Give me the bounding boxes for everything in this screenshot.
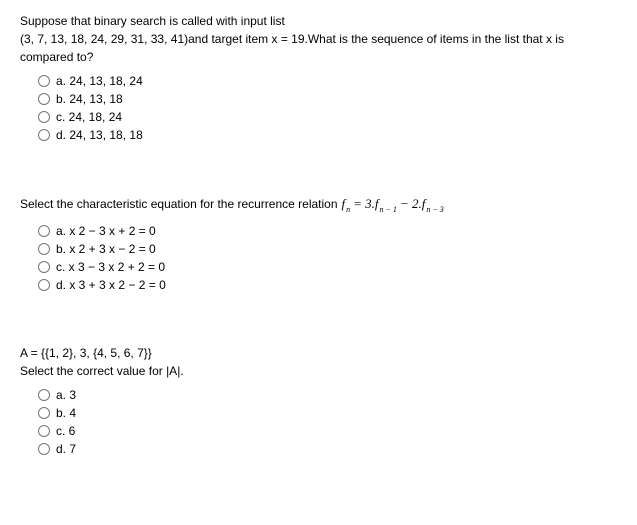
label-1b: b. 24, 13, 18	[56, 92, 123, 106]
option-1c[interactable]: c. 24, 18, 24	[38, 110, 617, 124]
label-1c: c. 24, 18, 24	[56, 110, 122, 124]
radio-2c[interactable]	[38, 261, 50, 273]
label-2c: c. x 3 − 3 x 2 + 2 = 0	[56, 260, 165, 274]
formula-sub-n1: n − 1	[380, 204, 397, 216]
formula-sub-n3: n − 3	[426, 204, 443, 216]
option-2b[interactable]: b. x 2 + 3 x − 2 = 0	[38, 242, 617, 256]
question-1-line2: (3, 7, 13, 18, 24, 29, 31, 33, 41)and ta…	[20, 32, 564, 64]
question-2-options: a. x 2 − 3 x + 2 = 0 b. x 2 + 3 x − 2 = …	[38, 224, 617, 292]
option-1a[interactable]: a. 24, 13, 18, 24	[38, 74, 617, 88]
option-1b[interactable]: b. 24, 13, 18	[38, 92, 617, 106]
radio-2a[interactable]	[38, 225, 50, 237]
question-1-text: Suppose that binary search is called wit…	[20, 12, 617, 66]
option-3b[interactable]: b. 4	[38, 406, 617, 420]
question-1: Suppose that binary search is called wit…	[20, 12, 617, 142]
recurrence-formula: f n = 3.f n − 1 − 2.f n − 3	[342, 194, 445, 214]
option-1d[interactable]: d. 24, 13, 18, 18	[38, 128, 617, 142]
radio-3a[interactable]	[38, 389, 50, 401]
question-2-text: Select the characteristic equation for t…	[20, 194, 617, 214]
question-1-options: a. 24, 13, 18, 24 b. 24, 13, 18 c. 24, 1…	[38, 74, 617, 142]
question-3-line1: A = {{1, 2}, 3, {4, 5, 6, 7}}	[20, 346, 152, 360]
option-3d[interactable]: d. 7	[38, 442, 617, 456]
option-3a[interactable]: a. 3	[38, 388, 617, 402]
label-3d: d. 7	[56, 442, 76, 456]
radio-3c[interactable]	[38, 425, 50, 437]
radio-1d[interactable]	[38, 129, 50, 141]
question-1-line1: Suppose that binary search is called wit…	[20, 14, 285, 28]
formula-eq: = 3.f	[353, 194, 378, 214]
question-2: Select the characteristic equation for t…	[20, 194, 617, 292]
formula-sub-n: n	[346, 204, 350, 216]
question-3: A = {{1, 2}, 3, {4, 5, 6, 7}} Select the…	[20, 344, 617, 456]
label-2b: b. x 2 + 3 x − 2 = 0	[56, 242, 156, 256]
option-2a[interactable]: a. x 2 − 3 x + 2 = 0	[38, 224, 617, 238]
radio-1a[interactable]	[38, 75, 50, 87]
question-3-line2: Select the correct value for |A|.	[20, 364, 184, 378]
label-1a: a. 24, 13, 18, 24	[56, 74, 143, 88]
radio-2b[interactable]	[38, 243, 50, 255]
radio-1c[interactable]	[38, 111, 50, 123]
formula-minus: − 2.f	[400, 194, 425, 214]
question-3-text: A = {{1, 2}, 3, {4, 5, 6, 7}} Select the…	[20, 344, 617, 380]
label-3b: b. 4	[56, 406, 76, 420]
radio-2d[interactable]	[38, 279, 50, 291]
option-2c[interactable]: c. x 3 − 3 x 2 + 2 = 0	[38, 260, 617, 274]
label-3c: c. 6	[56, 424, 75, 438]
radio-3d[interactable]	[38, 443, 50, 455]
formula-f1: f	[342, 194, 346, 214]
label-3a: a. 3	[56, 388, 76, 402]
radio-1b[interactable]	[38, 93, 50, 105]
label-2d: d. x 3 + 3 x 2 − 2 = 0	[56, 278, 166, 292]
question-3-options: a. 3 b. 4 c. 6 d. 7	[38, 388, 617, 456]
label-2a: a. x 2 − 3 x + 2 = 0	[56, 224, 156, 238]
option-2d[interactable]: d. x 3 + 3 x 2 − 2 = 0	[38, 278, 617, 292]
radio-3b[interactable]	[38, 407, 50, 419]
label-1d: d. 24, 13, 18, 18	[56, 128, 143, 142]
option-3c[interactable]: c. 6	[38, 424, 617, 438]
question-2-prefix: Select the characteristic equation for t…	[20, 195, 338, 213]
